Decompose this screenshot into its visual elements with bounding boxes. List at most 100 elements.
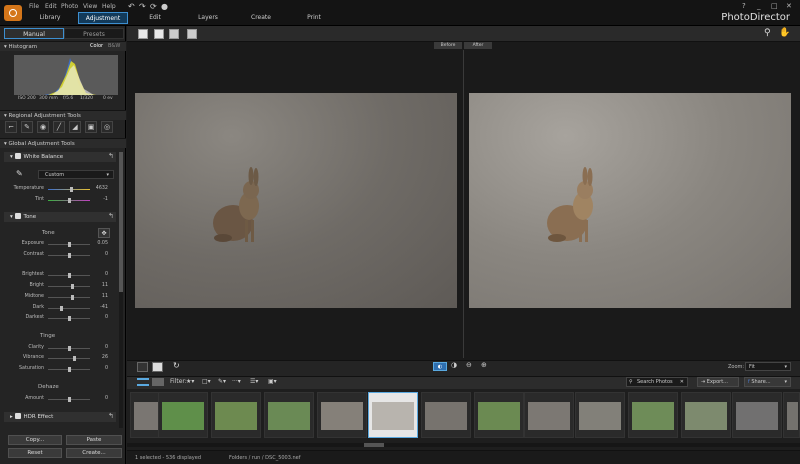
info-icon[interactable]: ● <box>161 2 168 11</box>
filmstrip-thumbnail[interactable] <box>783 392 800 438</box>
single-compare-icon[interactable] <box>137 362 148 372</box>
tab-print[interactable]: Print <box>299 12 329 24</box>
compare-toggle-icon[interactable]: ◐ <box>433 362 447 371</box>
filmstrip-scrollbar[interactable] <box>127 443 800 447</box>
histogram-bw-toggle[interactable]: B&W <box>108 43 120 49</box>
tab-manual[interactable]: Manual <box>4 28 64 39</box>
hdr-checkbox[interactable] <box>14 413 21 419</box>
temperature-value[interactable]: 4632 <box>92 186 108 191</box>
landscape-view-icon[interactable] <box>154 29 164 39</box>
dark-value[interactable]: -41 <box>92 305 108 310</box>
filmstrip-thumbnail[interactable] <box>368 392 418 438</box>
global-header[interactable]: ▾ Global Adjustment Tools <box>0 138 126 148</box>
vibrance-slider[interactable] <box>48 358 90 359</box>
split-horizontal-icon[interactable]: ⊖ <box>466 361 472 369</box>
reset-icon[interactable]: ↰ <box>108 152 114 160</box>
clarity-value[interactable]: 0 <box>92 345 108 350</box>
more-filter-icon[interactable]: ···▾ <box>232 378 241 385</box>
tint-knob[interactable] <box>67 198 71 203</box>
temperature-slider[interactable] <box>48 189 90 190</box>
white-balance-header[interactable]: ▾ White Balance <box>4 152 116 162</box>
tab-library[interactable]: Library <box>30 12 70 24</box>
menu-edit[interactable]: Edit <box>45 3 57 10</box>
help-icon[interactable]: ? <box>742 2 746 10</box>
sort-icon[interactable]: ☰▾ <box>250 378 258 385</box>
tab-adjustment[interactable]: Adjustment <box>78 12 128 24</box>
filmstrip-thumbnail[interactable] <box>317 392 367 438</box>
photo-before[interactable] <box>135 93 457 308</box>
bright-value[interactable]: 11 <box>92 283 108 288</box>
brightest-value[interactable]: 0 <box>92 272 108 277</box>
filmstrip-thumbnail[interactable] <box>158 392 208 438</box>
reset-icon[interactable]: ↰ <box>108 412 114 420</box>
menu-file[interactable]: File <box>29 3 39 10</box>
photo-after[interactable] <box>469 93 791 308</box>
side-by-side-icon[interactable] <box>152 362 163 372</box>
filmstrip-thumbnail[interactable] <box>575 392 625 438</box>
radial-filter-icon[interactable]: ▣ <box>85 121 97 133</box>
rating-filter-icon[interactable]: ★▾ <box>186 378 194 385</box>
clear-search-icon[interactable]: ✕ <box>680 378 684 387</box>
flag-filter-icon[interactable]: □▾ <box>202 378 211 385</box>
search-photos-input[interactable]: ⚲ Search Photos ✕ <box>626 377 688 387</box>
zoom-tool-icon[interactable]: ⚲ <box>764 28 771 38</box>
tint-value[interactable]: -1 <box>92 197 108 202</box>
dark-knob[interactable] <box>59 306 63 311</box>
spot-removal-icon[interactable]: ✎ <box>21 121 33 133</box>
redo-icon[interactable]: ↷ <box>139 2 146 11</box>
clarity-knob[interactable] <box>68 346 71 351</box>
tab-edit[interactable]: Edit <box>140 12 170 24</box>
close-button[interactable]: ✕ <box>786 2 792 10</box>
contrast-value[interactable]: 0 <box>92 252 108 257</box>
undo-icon[interactable]: ↶ <box>128 2 135 11</box>
create-preset-button[interactable]: Create... <box>66 448 122 458</box>
hdr-effect-header[interactable]: ▸ HDR Effect <box>4 412 116 422</box>
copy-button[interactable]: Copy... <box>8 435 62 445</box>
histogram-color-toggle[interactable]: Color <box>90 43 103 49</box>
filmstrip-thumbnail[interactable] <box>628 392 678 438</box>
reset-button[interactable]: Reset <box>8 448 62 458</box>
eyedropper-icon[interactable]: ✎ <box>16 169 23 178</box>
overlay-icon[interactable]: ⊕ <box>481 361 487 369</box>
white-balance-checkbox[interactable] <box>14 153 21 159</box>
menu-view[interactable]: View <box>83 3 97 10</box>
tab-layers[interactable]: Layers <box>193 12 223 24</box>
midtone-slider[interactable] <box>48 297 90 298</box>
menu-help[interactable]: Help <box>102 3 116 10</box>
exposure-value[interactable]: 0.05 <box>92 241 108 246</box>
menu-photo[interactable]: Photo <box>61 3 78 10</box>
tab-create[interactable]: Create <box>246 12 276 24</box>
gradient-icon[interactable]: ◢ <box>69 121 81 133</box>
second-monitor-icon[interactable] <box>187 29 197 39</box>
minimize-button[interactable]: _ <box>757 2 761 10</box>
dehaze-amount-value[interactable]: 0 <box>92 396 108 401</box>
maximize-button[interactable]: □ <box>771 2 778 10</box>
midtone-value[interactable]: 11 <box>92 294 108 299</box>
saturation-value[interactable]: 0 <box>92 366 108 371</box>
bright-knob[interactable] <box>70 284 74 289</box>
single-view-icon[interactable] <box>138 29 148 39</box>
filmstrip-view-icon[interactable] <box>137 378 149 386</box>
regional-header[interactable]: ▾ Regional Adjustment Tools <box>0 110 126 120</box>
brightest-knob[interactable] <box>68 273 71 278</box>
filmstrip-thumbnail[interactable] <box>264 392 314 438</box>
bright-slider[interactable] <box>48 286 90 287</box>
paste-button[interactable]: Paste <box>66 435 122 445</box>
left-panel-scrollbar[interactable] <box>119 152 123 428</box>
label-filter-icon[interactable]: ✎▾ <box>218 378 226 385</box>
saturation-knob[interactable] <box>68 367 71 372</box>
filmstrip-thumbnail[interactable] <box>474 392 524 438</box>
midtone-knob[interactable] <box>70 295 74 300</box>
zoom-select[interactable]: Fit ▾ <box>745 362 791 371</box>
targeted-adjust-icon[interactable]: ✥ <box>98 228 110 238</box>
darkest-knob[interactable] <box>68 316 71 321</box>
reset-icon[interactable]: ↰ <box>108 212 114 220</box>
stack-icon[interactable]: ▣▾ <box>268 378 277 385</box>
tone-header[interactable]: ▾ Tone <box>4 212 116 222</box>
hand-tool-icon[interactable]: ✋ <box>779 28 790 38</box>
darkest-value[interactable]: 0 <box>92 315 108 320</box>
filmstrip-thumbnail[interactable] <box>421 392 471 438</box>
rotate-icon[interactable]: ↻ <box>173 361 180 370</box>
dark-slider[interactable] <box>48 308 90 309</box>
exposure-knob[interactable] <box>68 242 72 247</box>
